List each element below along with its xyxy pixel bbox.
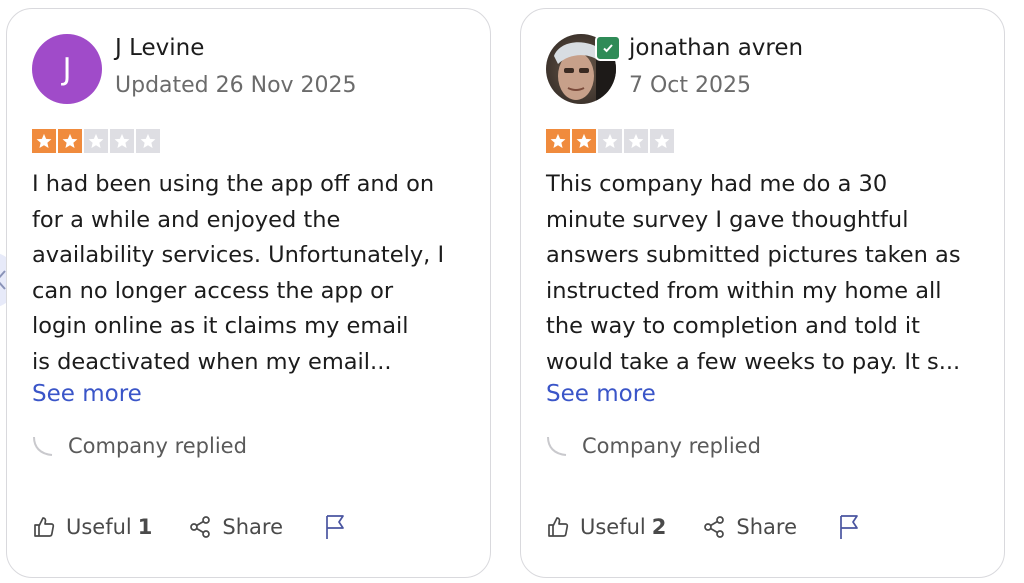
company-replied-label: Company replied xyxy=(582,434,761,458)
review-text-line: is deactivated when my email... xyxy=(32,348,392,375)
thumbs-up-icon xyxy=(548,517,569,537)
review-text-line: for a while and enjoyed the xyxy=(32,206,341,233)
share-icon xyxy=(704,516,725,538)
company-replied-toggle[interactable]: Company replied xyxy=(546,434,761,458)
star-icon xyxy=(32,129,56,153)
star-icon xyxy=(598,129,622,153)
useful-button[interactable]: Useful 2 xyxy=(546,515,666,539)
review-text: I had been using the app off and on for … xyxy=(32,167,472,380)
company-replied-toggle[interactable]: Company replied xyxy=(32,434,247,458)
review-text-line: answers submitted pictures taken as xyxy=(546,242,961,268)
star-icon xyxy=(84,129,108,153)
reply-icon xyxy=(33,436,53,456)
flag-icon xyxy=(326,515,344,539)
share-button[interactable]: Share xyxy=(702,515,797,539)
star-icon xyxy=(572,129,596,153)
report-button[interactable] xyxy=(323,514,347,540)
see-more-link[interactable]: See more xyxy=(546,381,656,407)
star-rating xyxy=(546,129,674,153)
avatar-initial: J xyxy=(62,51,72,87)
useful-count: 1 xyxy=(137,515,153,539)
star-icon xyxy=(624,129,648,153)
report-button[interactable] xyxy=(837,514,861,540)
share-icon xyxy=(190,516,211,538)
review-text: This company had me do a 30 minute surve… xyxy=(546,167,986,380)
review-text-line: instructed from within my home all xyxy=(546,277,942,304)
company-replied-label: Company replied xyxy=(68,434,247,458)
reply-icon xyxy=(547,436,567,456)
star-icon xyxy=(110,129,134,153)
share-label: Share xyxy=(222,515,284,539)
review-card: J J Levine Updated 26 Nov 2025 I had bee… xyxy=(6,8,491,578)
review-text-line: the way to completion and told it xyxy=(546,313,920,339)
verified-icon xyxy=(595,35,621,61)
useful-label: Useful xyxy=(580,515,646,539)
star-icon xyxy=(650,129,674,153)
review-text-line: I had been using the app off and on xyxy=(32,171,435,197)
star-rating xyxy=(32,129,160,153)
share-button[interactable]: Share xyxy=(188,515,283,539)
reviewer-name[interactable]: jonathan avren xyxy=(629,35,803,61)
flag-icon xyxy=(840,515,858,539)
review-actions: Useful 2 Share xyxy=(546,514,861,540)
review-text-line: can no longer access the app or xyxy=(32,277,394,304)
see-more-link[interactable]: See more xyxy=(32,381,142,407)
useful-label: Useful xyxy=(66,515,132,539)
star-icon xyxy=(58,129,82,153)
star-icon xyxy=(136,129,160,153)
review-text-line: would take a few weeks to pay. It s... xyxy=(546,348,961,375)
reviewer-name[interactable]: J Levine xyxy=(115,35,204,61)
review-text-line: minute survey I gave thoughtful xyxy=(546,206,909,233)
review-actions: Useful 1 Share xyxy=(32,514,347,540)
review-text-line: login online as it claims my email xyxy=(32,313,409,339)
useful-count: 2 xyxy=(651,515,667,539)
review-card: jonathan avren 7 Oct 2025 This company h… xyxy=(520,8,1005,578)
avatar[interactable]: J xyxy=(32,34,102,104)
useful-button[interactable]: Useful 1 xyxy=(32,515,152,539)
review-date: 7 Oct 2025 xyxy=(629,73,752,98)
share-label: Share xyxy=(736,515,798,539)
review-date: Updated 26 Nov 2025 xyxy=(115,73,357,98)
star-icon xyxy=(546,129,570,153)
review-text-line: availability services. Unfortunately, I xyxy=(32,242,445,268)
review-text-line: This company had me do a 30 xyxy=(546,171,888,197)
thumbs-up-icon xyxy=(34,517,55,537)
